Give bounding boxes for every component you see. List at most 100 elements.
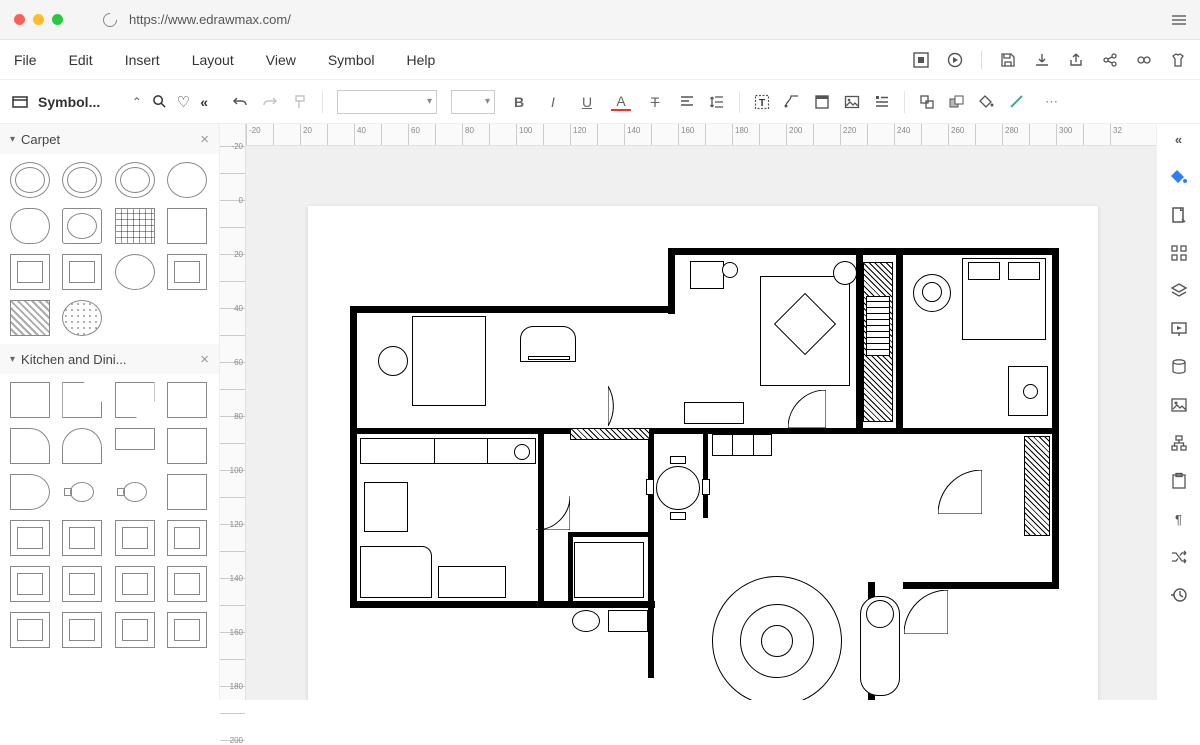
kitchen-shape[interactable] [115,520,155,556]
carpet-shape[interactable] [62,208,102,244]
kitchen-shape[interactable] [10,428,50,464]
download-icon[interactable] [1034,52,1050,68]
play-icon[interactable] [947,52,963,68]
line-spacing-icon[interactable] [709,94,725,110]
arrange-icon[interactable] [949,94,965,110]
carpet-shape[interactable] [62,162,102,198]
collapse-right-icon[interactable]: « [1170,130,1188,148]
shuffle-panel-icon[interactable] [1170,548,1188,566]
carpet-shape[interactable] [62,300,102,336]
kitchen-shape[interactable] [10,474,50,510]
library-icon[interactable] [12,94,28,110]
carpet-shape[interactable] [167,162,207,198]
carpet-shape[interactable] [10,162,50,198]
clear-format-button[interactable]: T [645,94,665,110]
menu-layout[interactable]: Layout [192,52,234,68]
canvas[interactable]: -202040608010012014016018020022024026028… [246,124,1156,700]
heart-icon[interactable]: ♡ [177,93,190,111]
kitchen-shape[interactable] [167,566,207,602]
kitchen-shape[interactable] [167,428,207,464]
font-color-button[interactable]: A [611,93,631,111]
connector-icon[interactable] [784,94,800,110]
maximize-window-icon[interactable] [52,14,63,25]
reload-icon[interactable] [100,10,120,30]
line-style-icon[interactable] [1009,94,1025,110]
bold-button[interactable]: B [509,94,529,110]
fill-panel-icon[interactable] [1170,168,1188,186]
menu-help[interactable]: Help [407,52,436,68]
save-icon[interactable] [1000,52,1016,68]
close-panel-icon[interactable]: × [200,131,209,148]
export-icon[interactable] [1068,52,1084,68]
menu-file[interactable]: File [14,52,37,68]
carpet-shape[interactable] [62,254,102,290]
carpet-shape[interactable] [10,254,50,290]
kitchen-shape[interactable] [10,612,50,648]
font-size-select[interactable]: ▾ [451,90,495,114]
list-icon[interactable] [874,94,890,110]
undo-icon[interactable] [232,94,248,110]
carpet-shape[interactable] [10,300,50,336]
font-family-select[interactable]: ▾ [337,90,437,114]
layers-panel-icon[interactable] [1170,282,1188,300]
fill-icon[interactable] [979,94,995,110]
browser-menu-icon[interactable] [1172,15,1186,25]
kitchen-shape[interactable] [62,474,102,510]
panel-header-kitchen[interactable]: ▾ Kitchen and Dini... × [0,344,219,374]
history-panel-icon[interactable] [1170,586,1188,604]
kitchen-shape[interactable] [62,520,102,556]
panel-header-carpet[interactable]: ▾ Carpet × [0,124,219,154]
kitchen-shape[interactable] [10,566,50,602]
carpet-shape[interactable] [10,208,50,244]
kitchen-shape[interactable] [167,474,207,510]
carpet-shape[interactable] [115,208,155,244]
tree-panel-icon[interactable] [1170,434,1188,452]
page-panel-icon[interactable] [1170,206,1188,224]
kitchen-shape[interactable] [115,428,155,450]
clipboard-panel-icon[interactable] [1170,472,1188,490]
kitchen-shape[interactable] [62,382,102,418]
menu-symbol[interactable]: Symbol [328,52,375,68]
database-panel-icon[interactable] [1170,358,1188,376]
search-icon[interactable] [152,94,167,109]
kitchen-shape[interactable] [10,382,50,418]
address-bar[interactable]: https://www.edrawmax.com/ [103,12,1162,27]
carpet-shape[interactable] [115,254,155,290]
minimize-window-icon[interactable] [33,14,44,25]
more-tools-button[interactable]: ⋯ [1045,94,1060,110]
format-painter-icon[interactable] [292,94,308,110]
underline-button[interactable]: U [577,94,597,110]
presentation-panel-icon[interactable] [1170,320,1188,338]
focus-mode-icon[interactable] [913,52,929,68]
text-tool-icon[interactable]: T [754,94,770,110]
kitchen-shape[interactable] [167,612,207,648]
kitchen-shape[interactable] [115,612,155,648]
kitchen-shape[interactable] [10,520,50,556]
carpet-shape[interactable] [115,162,155,198]
kitchen-shape[interactable] [62,566,102,602]
redo-icon[interactable] [262,94,278,110]
grid-panel-icon[interactable] [1170,244,1188,262]
collapse-left-icon[interactable]: « [200,94,208,110]
group-icon[interactable] [919,94,935,110]
image-panel-icon[interactable] [1170,396,1188,414]
kitchen-shape[interactable] [62,428,102,464]
kitchen-shape[interactable] [62,612,102,648]
find-icon[interactable] [1136,52,1152,68]
kitchen-shape[interactable] [115,566,155,602]
menu-insert[interactable]: Insert [125,52,160,68]
page[interactable] [308,206,1098,700]
share-icon[interactable] [1102,52,1118,68]
carpet-shape[interactable] [167,254,207,290]
chevron-up-icon[interactable]: ⌃ [132,95,142,109]
close-window-icon[interactable] [14,14,25,25]
close-panel-icon[interactable]: × [200,351,209,368]
kitchen-shape[interactable] [167,382,207,418]
kitchen-shape[interactable] [115,474,155,510]
italic-button[interactable]: I [543,94,563,110]
paragraph-panel-icon[interactable]: ¶ [1170,510,1188,528]
image-icon[interactable] [844,94,860,110]
menu-view[interactable]: View [266,52,296,68]
kitchen-shape[interactable] [115,382,155,418]
align-icon[interactable] [679,94,695,110]
